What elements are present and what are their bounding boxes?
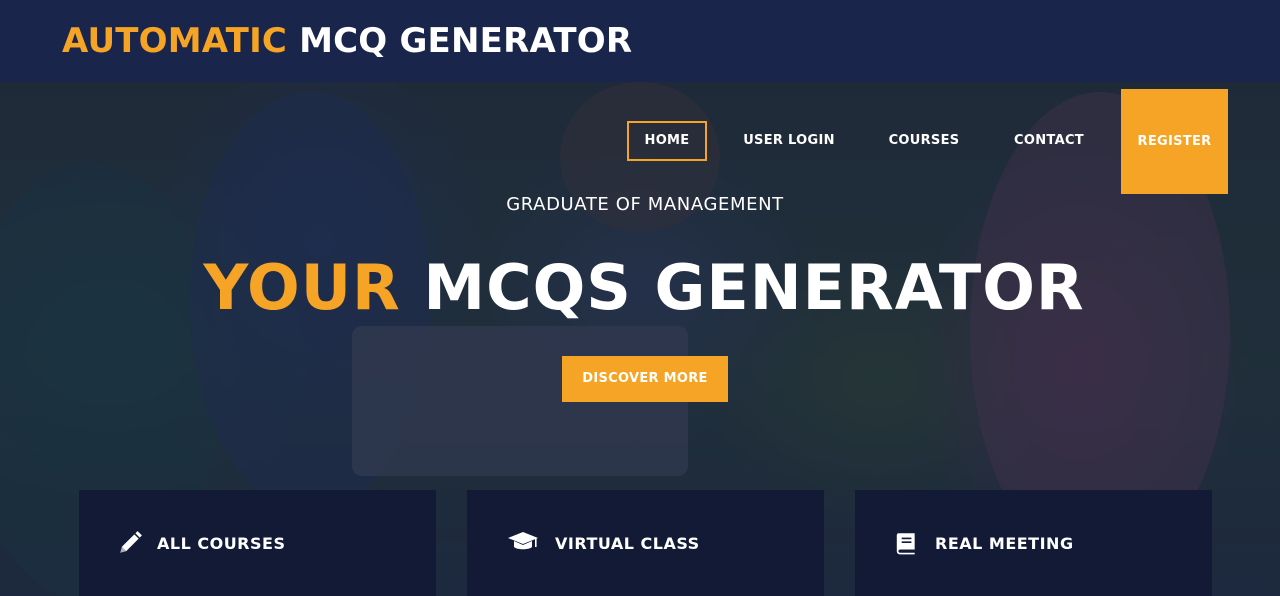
headline-main: MCQS GENERATOR (423, 251, 1085, 324)
hero-section: HOME USER LOGIN COURSES CONTACT REGISTER… (0, 82, 1280, 596)
site-logo[interactable]: AUTOMATIC MCQ GENERATOR (62, 20, 632, 62)
feature-card-virtual-class[interactable]: VIRTUAL CLASS (467, 490, 824, 596)
discover-more-button[interactable]: DISCOVER MORE (562, 356, 728, 402)
feature-card-real-meeting[interactable]: REAL MEETING (855, 490, 1212, 596)
feature-card-all-courses[interactable]: ALL COURSES (79, 490, 436, 596)
book-icon (896, 533, 915, 555)
nav-user-login[interactable]: USER LOGIN (732, 121, 846, 161)
feature-label: REAL MEETING (935, 534, 1074, 553)
headline-accent: YOUR (203, 251, 401, 324)
feature-label: VIRTUAL CLASS (555, 534, 700, 553)
nav-home[interactable]: HOME (627, 121, 707, 161)
nav-register-button[interactable]: REGISTER (1121, 89, 1228, 194)
graduation-cap-icon (508, 532, 538, 550)
page: AUTOMATIC MCQ GENERATOR HOME USER LOGIN … (0, 0, 1280, 596)
logo-main-text: MCQ GENERATOR (299, 21, 633, 61)
top-bar: AUTOMATIC MCQ GENERATOR (0, 0, 1280, 82)
hero-subtitle: GRADUATE OF MANAGEMENT (506, 194, 784, 215)
nav-contact[interactable]: CONTACT (1003, 121, 1095, 161)
hero-headline: YOUR MCQS GENERATOR (0, 248, 1280, 328)
logo-accent-text: AUTOMATIC (62, 21, 288, 61)
pencil-icon (120, 531, 142, 553)
nav-courses[interactable]: COURSES (878, 121, 970, 161)
feature-label: ALL COURSES (157, 534, 286, 553)
